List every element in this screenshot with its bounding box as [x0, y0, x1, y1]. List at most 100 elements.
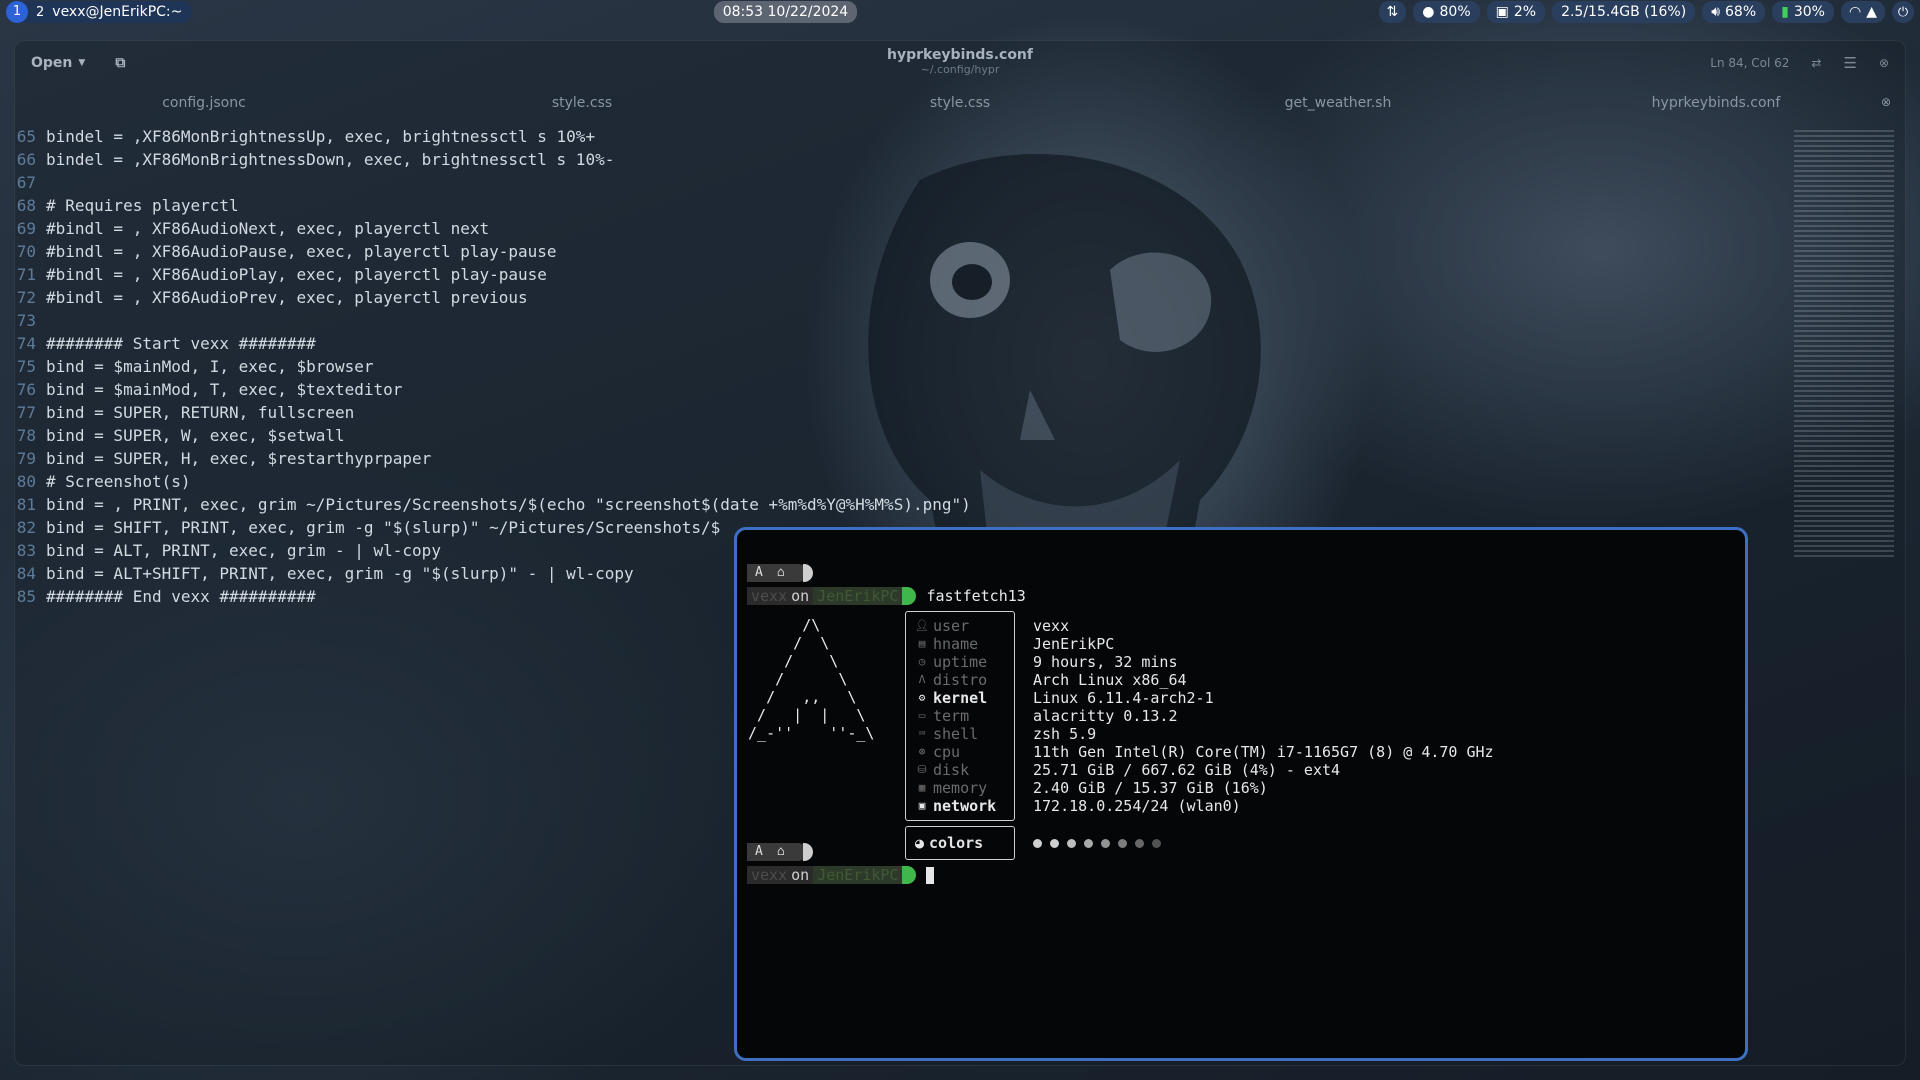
info-value-memory: 2.40 GiB / 15.37 GiB (16%)	[1033, 779, 1268, 797]
code-line[interactable]: 74 ######## Start vexx ########	[12, 332, 971, 355]
executed-command: fastfetch13	[926, 587, 1026, 605]
document-path: ~/.config/hypr	[920, 63, 1000, 76]
info-key-label: term	[933, 707, 970, 725]
wifi-button[interactable]: ◠ ▲	[1840, 1, 1885, 23]
code-line[interactable]: 65 bindel = ,XF86MonBrightnessUp, exec, b…	[12, 125, 971, 148]
line-number: 75	[16, 357, 36, 376]
open-label: Open	[31, 55, 73, 71]
power-icon: ⏻	[1897, 4, 1909, 20]
shell-icon: ⌨	[918, 727, 926, 740]
info-key-distro: Λdistro	[915, 671, 996, 689]
line-text: bind = SUPER, H, exec, $restarthyprpaper	[46, 449, 432, 468]
workspace-switcher[interactable]: 1 2 vexx@JenErikPC:~	[6, 1, 193, 23]
close-icon[interactable]: ⊗	[1879, 56, 1889, 70]
tab-style-css-1[interactable]: style.css	[393, 95, 771, 111]
info-value-hname: JenErikPC	[1033, 635, 1115, 653]
code-line[interactable]: 66 bindel = ,XF86MonBrightnessDown, exec,…	[12, 148, 971, 171]
memory-widget[interactable]: 2.5/15.4GB (16%)	[1552, 1, 1696, 23]
tab-config-jsonc[interactable]: config.jsonc	[15, 95, 393, 111]
line-number: 83	[16, 541, 36, 560]
code-line[interactable]: 73	[12, 309, 971, 332]
code-line[interactable]: 78 bind = SUPER, W, exec, $setwall	[12, 424, 971, 447]
line-number: 85	[16, 587, 36, 606]
speaker-icon: 🔊︎	[1711, 4, 1721, 20]
colors-label-text: colors	[929, 834, 984, 852]
line-number: 81	[16, 495, 36, 514]
code-line[interactable]: 70 #bindl = , XF86AudioPause, exec, playe…	[12, 240, 971, 263]
power-button[interactable]: ⏻	[1891, 1, 1914, 23]
line-text: # Requires playerctl	[46, 196, 239, 215]
info-key-label: memory	[933, 779, 988, 797]
tab-close-icon[interactable]: ⊗	[1881, 95, 1891, 109]
cursor-position[interactable]: Ln 84, Col 62	[1710, 56, 1789, 70]
info-key-user: 👤︎ user	[915, 617, 996, 635]
info-key-label: cpu	[933, 743, 961, 761]
battery-widget[interactable]: ▮ 30%	[1772, 1, 1834, 23]
home-icon: ⌂	[776, 844, 785, 859]
line-number: 79	[16, 449, 36, 468]
line-text: #bindl = , XF86AudioPause, exec, playerc…	[46, 242, 557, 261]
code-line[interactable]: 68 # Requires playerctl	[12, 194, 971, 217]
info-key-cpu: ⊛ cpu	[915, 743, 996, 761]
memory-value: 2.5/15.4GB (16%)	[1561, 4, 1687, 20]
clock[interactable]: 08:53 10/22/2024	[713, 1, 858, 23]
open-button[interactable]: Open ▼ ⧉	[31, 55, 125, 71]
tab-label: style.css	[551, 95, 613, 111]
workspace-2-button[interactable]: 2	[36, 5, 44, 20]
battery-value: 30%	[1793, 4, 1825, 20]
terminal-window[interactable]: A ⌂ vexx on JenErikPC fastfetch13 /\ / \…	[734, 527, 1748, 1061]
terminal-icon: ▭	[918, 709, 926, 722]
code-line[interactable]: 72 #bindl = , XF86AudioPrev, exec, player…	[12, 286, 971, 309]
code-line[interactable]: 80 # Screenshot(s)	[12, 470, 971, 493]
clock-icon: ◷	[918, 655, 926, 668]
code-line[interactable]: 77 bind = SUPER, RETURN, fullscreen	[12, 401, 971, 424]
line-number: 78	[16, 426, 36, 445]
gear-icon: ⚙	[918, 691, 926, 704]
tab-hyprkeybinds[interactable]: hyprkeybinds.conf ⊗	[1527, 95, 1905, 111]
line-text: ######## Start vexx ########	[46, 334, 316, 353]
info-value-disk: 25.71 GiB / 667.62 GiB (4%) - ext4	[1033, 761, 1341, 779]
info-key-label: kernel	[933, 689, 988, 707]
network-activity-button[interactable]: ⇅	[1378, 1, 1407, 23]
line-number: 72	[16, 288, 36, 307]
cpu-temp-widget[interactable]: ● 80%	[1413, 1, 1480, 23]
code-line[interactable]: 69 #bindl = , XF86AudioNext, exec, player…	[12, 217, 971, 240]
menu-icon[interactable]: ☰	[1843, 54, 1856, 72]
info-key-uptime: ◷ uptime	[915, 653, 996, 671]
code-line[interactable]: 67	[12, 171, 971, 194]
info-value-user: vexx	[1033, 617, 1070, 635]
cpu-widget[interactable]: ▣ 2%	[1486, 1, 1546, 23]
editor-header: Open ▼ ⧉ hyprkeybinds.conf ~/.config/hyp…	[15, 41, 1905, 85]
network-activity-icon: ⇅	[1386, 4, 1399, 20]
info-value-network: 172.18.0.254/24 (wlan0)	[1033, 797, 1241, 815]
code-line[interactable]: 81 bind = , PRINT, exec, grim ~/Pictures/…	[12, 493, 971, 516]
info-key-disk: ⛁ disk	[915, 761, 996, 779]
line-text: #bindl = , XF86AudioPrev, exec, playerct…	[46, 288, 528, 307]
prompt-host: JenErikPC	[813, 587, 903, 605]
volume-widget[interactable]: 🔊︎ 68%	[1702, 1, 1766, 23]
minimap[interactable]	[1794, 130, 1894, 560]
code-line[interactable]: 75 bind = $mainMod, I, exec, $browser	[12, 355, 971, 378]
new-document-icon[interactable]: ⧉	[115, 55, 125, 71]
code-line[interactable]: 79 bind = SUPER, H, exec, $restarthyprpap…	[12, 447, 971, 470]
prompt-host: JenErikPC	[813, 866, 903, 884]
code-line[interactable]: 76 bind = $mainMod, T, exec, $texteditor	[12, 378, 971, 401]
wifi-icon: ◠	[1848, 4, 1862, 20]
info-key-label: uptime	[933, 653, 988, 671]
info-key-memory: ▦ memory	[915, 779, 996, 797]
memory-icon: ▦	[918, 781, 926, 794]
code-line[interactable]: 71 #bindl = , XF86AudioPlay, exec, player…	[12, 263, 971, 286]
prompt-a-label: A	[755, 844, 763, 859]
tab-get-weather[interactable]: get_weather.sh	[1149, 95, 1527, 111]
terminal-cursor[interactable]	[926, 866, 935, 884]
volume-value: 68%	[1725, 4, 1757, 20]
info-key-network: ▣ network	[915, 797, 997, 815]
line-number: 65	[16, 127, 36, 146]
arch-ascii-logo: /\ / \ / \ / \ / ,, \ / | | \ /_-'' ''-_…	[748, 616, 875, 742]
line-text: bind = $mainMod, T, exec, $texteditor	[46, 380, 403, 399]
cpu-temp-value: 80%	[1439, 4, 1471, 20]
swap-icon[interactable]: ⇄	[1811, 56, 1821, 70]
workspace-1-button[interactable]: 1	[6, 1, 28, 23]
line-number: 82	[16, 518, 36, 537]
tab-style-css-2[interactable]: style.css	[771, 95, 1149, 111]
